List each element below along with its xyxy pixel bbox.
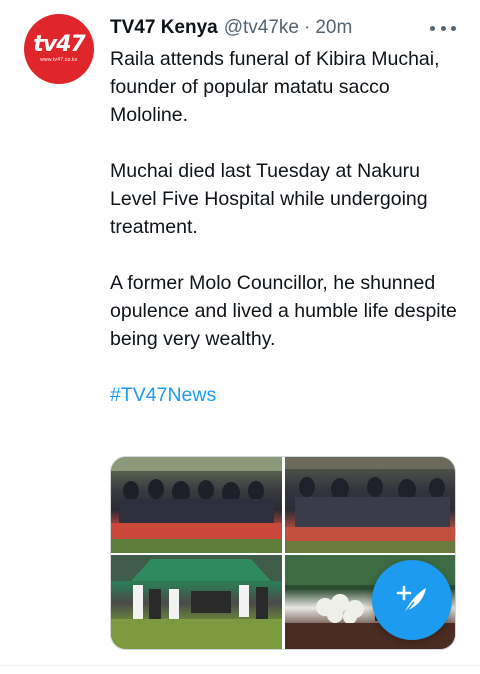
media-photo-3[interactable] <box>111 555 282 649</box>
tweet-paragraph: Muchai died last Tuesday at Nakuru Level… <box>110 160 428 238</box>
media-photo-2[interactable] <box>285 457 455 553</box>
avatar-logo-text: tv47 <box>33 32 85 57</box>
header-separator: · <box>304 17 311 38</box>
more-dot <box>451 25 456 31</box>
more-options-icon[interactable] <box>430 18 456 38</box>
tweet-header: TV47 Kenya @tv47ke · 20m <box>110 14 352 42</box>
tweet-paragraph: Raila attends funeral of Kibira Muchai, … <box>110 48 440 126</box>
more-dot <box>440 25 446 31</box>
photo-2-illustration <box>285 457 455 553</box>
compose-tweet-icon <box>396 585 426 615</box>
tweet-paragraph: A former Molo Councillor, he shunned opu… <box>110 272 457 350</box>
compose-tweet-button[interactable] <box>372 560 452 640</box>
avatar[interactable]: tv47 www.tv47.co.ke <box>24 14 94 84</box>
tweet-timestamp[interactable]: 20m <box>315 17 352 39</box>
avatar-logo-subtext: www.tv47.co.ke <box>40 57 78 63</box>
media-photo-1[interactable] <box>111 457 282 553</box>
tweet-text: Raila attends funeral of Kibira Muchai, … <box>110 45 460 437</box>
author-name[interactable]: TV47 Kenya <box>110 17 218 39</box>
author-handle[interactable]: @tv47ke <box>224 17 299 39</box>
more-dot <box>430 25 435 31</box>
hashtag-link[interactable]: #TV47News <box>110 384 216 406</box>
photo-1-illustration <box>111 457 282 553</box>
photo-3-illustration <box>111 555 282 649</box>
tweet-divider <box>0 665 480 666</box>
